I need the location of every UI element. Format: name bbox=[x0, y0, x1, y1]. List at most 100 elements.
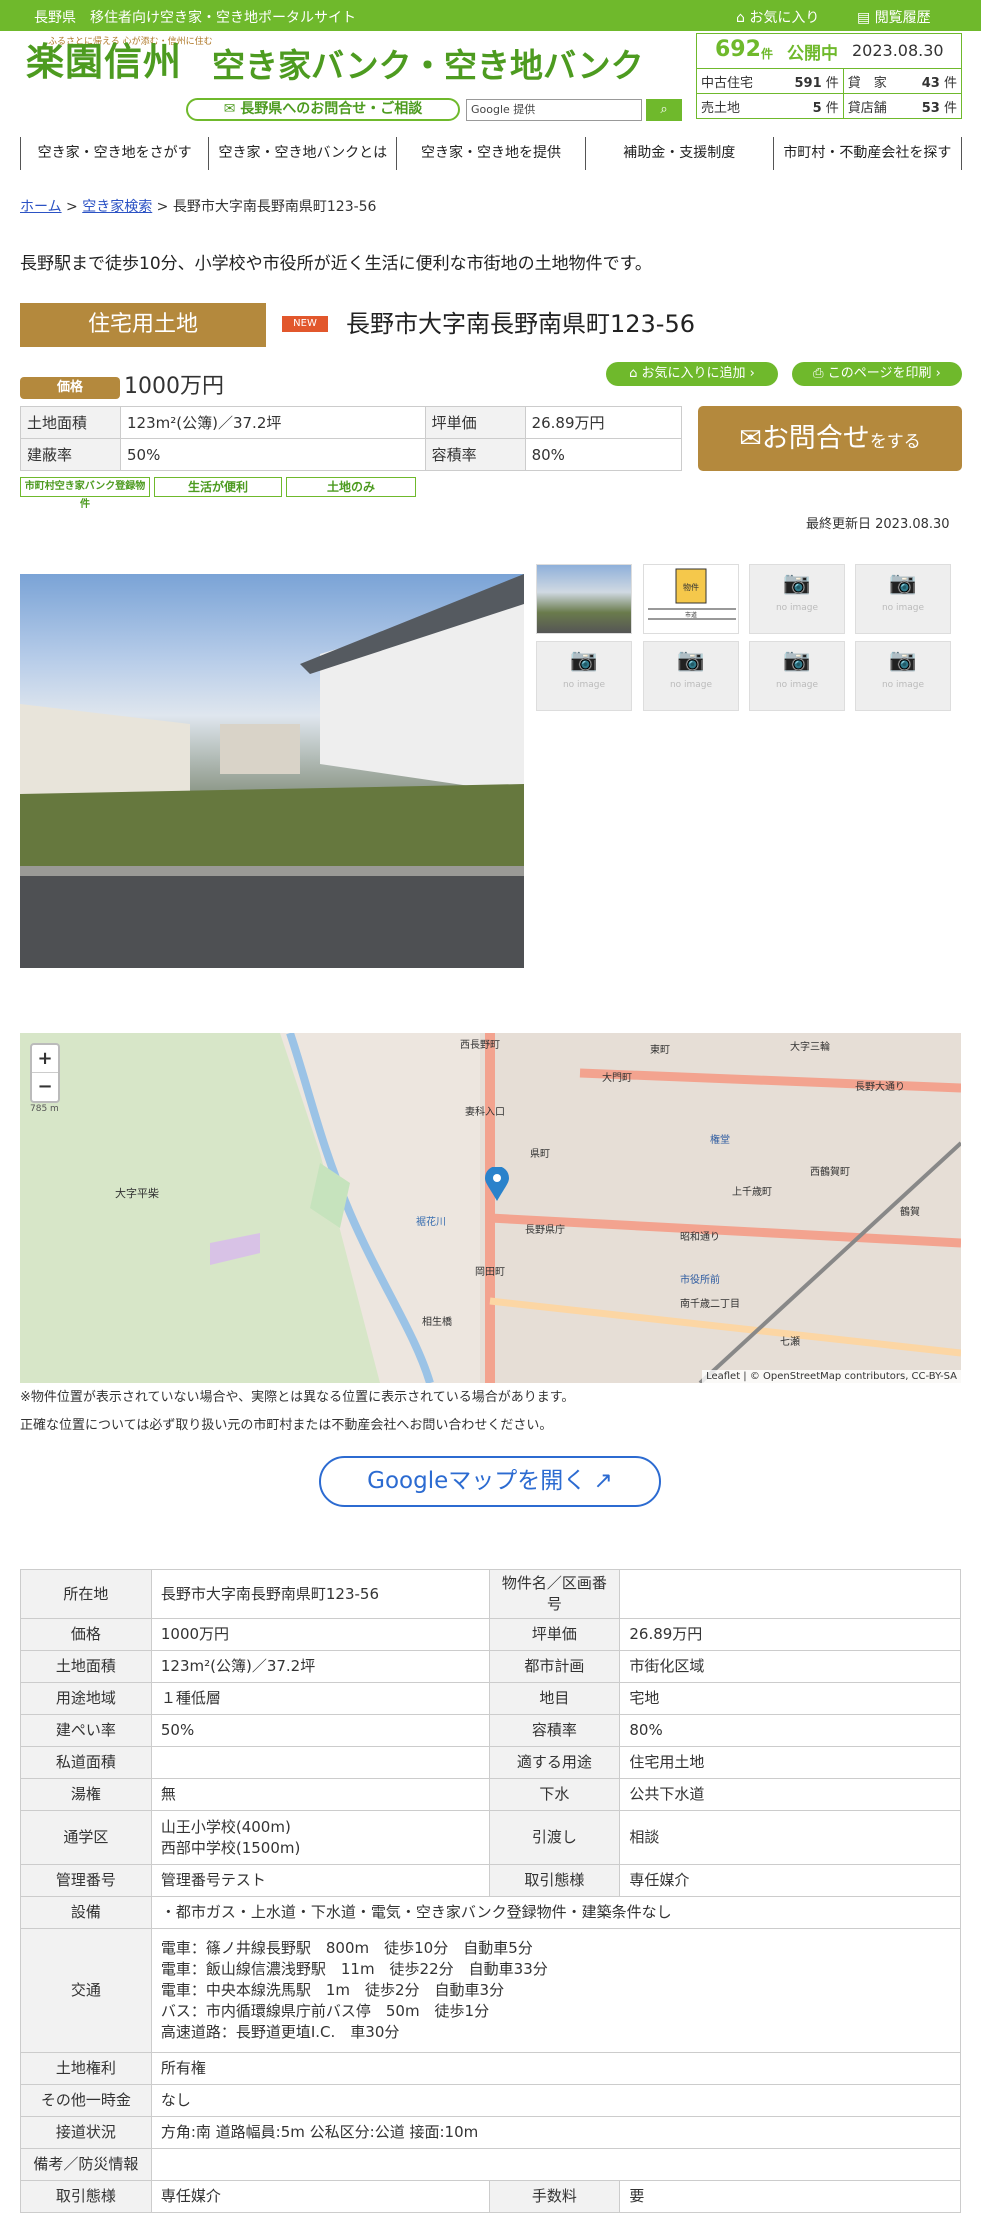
map-label: 大字三輪 bbox=[790, 1042, 830, 1053]
detail-key: 建ぺい率 bbox=[20, 1714, 152, 1747]
property-map[interactable]: 大字平柴 西長野町 大門町 大字三輪 東町 妻科入口 県町 権堂 上千歳町 西鶴… bbox=[20, 1033, 961, 1383]
search-input[interactable]: Google 提供 bbox=[466, 99, 642, 121]
home-icon: ⌂ bbox=[736, 10, 745, 26]
detail-key: 取引態様 bbox=[488, 1864, 621, 1897]
contact-button[interactable]: ✉ 長野県へのお問合せ・ご相談 bbox=[186, 98, 460, 121]
summary-key: 坪単価 bbox=[424, 406, 526, 439]
breadcrumb-search[interactable]: 空き家検索 bbox=[82, 199, 152, 215]
open-google-maps-button[interactable]: Googleマップを開く ↗ bbox=[319, 1456, 661, 1507]
stats-value: 53 bbox=[921, 100, 940, 116]
listing-stats: 692 件 公開中 2023.08.30 中古住宅 591 件 貸 家 43 件… bbox=[696, 33, 962, 119]
detail-key: 私道面積 bbox=[20, 1746, 152, 1779]
detail-value bbox=[150, 1746, 490, 1779]
table-row: 備考／防災情報 bbox=[20, 2148, 962, 2181]
map-plan-thumbnail[interactable]: 物件 市道 bbox=[643, 564, 739, 634]
external-link-icon: ↗ bbox=[593, 1468, 613, 1494]
chevron-right-icon: › bbox=[749, 366, 755, 381]
summary-row: 建蔽率 50% 容積率 80% bbox=[20, 438, 683, 471]
no-image-thumbnail[interactable]: 📷 no image bbox=[749, 564, 845, 634]
map-marker-icon[interactable] bbox=[485, 1166, 509, 1201]
logo-bank-title: 空き家バンク・空き地バンク bbox=[212, 46, 644, 85]
table-row: 建ぺい率 50% 容積率 80% bbox=[20, 1714, 961, 1747]
detail-value: 専任媒介 bbox=[150, 2180, 490, 2213]
detail-key: 手数料 bbox=[488, 2180, 621, 2213]
map-label: 南千歳二丁目 bbox=[680, 1299, 740, 1310]
no-image-label: no image bbox=[775, 680, 819, 690]
detail-key: 取引態様 bbox=[20, 2180, 152, 2213]
table-row: 所在地 長野市大字南長野南県町123-56 物件名／区画番号 bbox=[20, 1569, 961, 1619]
no-image-thumbnail[interactable]: 📷 no image bbox=[536, 641, 632, 711]
map-label: 大門町 bbox=[602, 1073, 632, 1084]
detail-value: 電車：篠ノ井線長野駅 800m 徒歩10分 自動車5分 電車：飯山線信濃浅野駅 … bbox=[150, 1928, 962, 2053]
site-tagline: 長野県 移住者向け空き家・空き地ポータルサイト bbox=[34, 10, 356, 26]
add-favorite-label: お気に入りに追加 bbox=[641, 366, 746, 381]
detail-key: その他一時金 bbox=[20, 2084, 152, 2117]
detail-key: 価格 bbox=[20, 1618, 152, 1651]
favorites-link[interactable]: ⌂ お気に入り bbox=[736, 7, 819, 27]
no-image-thumbnail[interactable]: 📷 no image bbox=[855, 641, 951, 711]
home-icon: ⌂ bbox=[629, 366, 638, 381]
detail-value: 専任媒介 bbox=[619, 1864, 961, 1897]
detail-value: 住宅用土地 bbox=[619, 1746, 961, 1779]
no-image-thumbnail[interactable]: 📷 no image bbox=[855, 564, 951, 634]
nav-item-provide[interactable]: 空き家・空き地を提供 bbox=[396, 137, 586, 170]
nav-item-about[interactable]: 空き家・空き地バンクとは bbox=[208, 137, 398, 170]
nav-item-search[interactable]: 空き家・空き地をさがす bbox=[20, 137, 210, 170]
detail-value: 方角:南 道路幅員:5m 公私区分:公道 接面:10m bbox=[150, 2116, 962, 2149]
no-image-label: no image bbox=[669, 680, 713, 690]
print-button[interactable]: ⎙ このページを印刷 › bbox=[792, 362, 962, 386]
main-nav: 空き家・空き地をさがす 空き家・空き地バンクとは 空き家・空き地を提供 補助金・… bbox=[20, 137, 963, 170]
no-image-thumbnail[interactable]: 📷 no image bbox=[643, 641, 739, 711]
summary-key: 土地面積 bbox=[20, 406, 121, 439]
detail-key: 下水 bbox=[488, 1778, 621, 1811]
zoom-in-button[interactable]: + bbox=[32, 1045, 58, 1073]
detail-key: 接道状況 bbox=[20, 2116, 152, 2149]
detail-key: 湯権 bbox=[20, 1778, 152, 1811]
detail-value: 80% bbox=[619, 1714, 961, 1747]
map-label: 鶴賀 bbox=[900, 1207, 920, 1218]
detail-value bbox=[619, 1569, 961, 1619]
map-attribution[interactable]: Leaflet | © OpenStreetMap contributors, … bbox=[702, 1370, 961, 1383]
detail-value: １種低層 bbox=[150, 1682, 490, 1715]
summary-value: 80% bbox=[524, 438, 683, 471]
property-lead: 長野駅まで徒歩10分、小学校や市役所が近く生活に便利な市街地の土地物件です。 bbox=[20, 254, 652, 274]
breadcrumb: ホーム > 空き家検索 > 長野市大字南長野南県町123-56 bbox=[20, 199, 377, 215]
camera-icon: 📷 bbox=[783, 571, 811, 596]
favorites-label: お気に入り bbox=[749, 10, 820, 26]
nav-item-municipalities[interactable]: 市町村・不動産会社を探す bbox=[772, 137, 963, 170]
property-type-tag: 住宅用土地 bbox=[20, 303, 266, 347]
price-summary-table: 土地面積 123m²(公簿)／37.2坪 坪単価 26.89万円 建蔽率 50%… bbox=[20, 406, 683, 471]
detail-key: 備考／防災情報 bbox=[20, 2148, 152, 2181]
breadcrumb-home[interactable]: ホーム bbox=[20, 199, 62, 215]
chevron-right-icon: › bbox=[935, 366, 941, 381]
stats-value: 5 bbox=[812, 100, 822, 116]
detail-value: ・都市ガス・上水道・下水道・電気・空き家バンク登録物件・建築条件なし bbox=[150, 1896, 962, 1929]
detail-key: 物件名／区画番号 bbox=[488, 1569, 621, 1619]
camera-icon: 📷 bbox=[677, 648, 705, 673]
detail-key: 設備 bbox=[20, 1896, 152, 1929]
search-button[interactable]: ⌕ bbox=[646, 99, 682, 121]
detail-value: なし bbox=[150, 2084, 962, 2117]
traffic-line: 高速道路：長野道更埴I.C. 車30分 bbox=[160, 2023, 400, 2041]
contact-label: 長野県へのお問合せ・ご相談 bbox=[240, 101, 423, 117]
inquiry-button[interactable]: ✉お問合せをする bbox=[698, 406, 962, 471]
detail-value: 相談 bbox=[619, 1810, 961, 1865]
history-link[interactable]: ▤ 閲覧履歴 bbox=[857, 7, 931, 27]
summary-row: 土地面積 123m²(公簿)／37.2坪 坪単価 26.89万円 bbox=[20, 406, 683, 439]
no-image-thumbnail[interactable]: 📷 no image bbox=[749, 641, 845, 711]
property-details-table: 所在地 長野市大字南長野南県町123-56 物件名／区画番号 価格 1000万円 坪単価… bbox=[20, 1569, 962, 2213]
add-favorite-button[interactable]: ⌂ お気に入りに追加 › bbox=[606, 362, 778, 386]
detail-key: 土地面積 bbox=[20, 1650, 152, 1683]
property-photo[interactable] bbox=[20, 574, 524, 968]
camera-icon: 📷 bbox=[889, 571, 917, 596]
inquiry-label: お問合せ bbox=[761, 423, 870, 454]
listing-count-unit: 件 bbox=[761, 47, 774, 61]
table-row: 土地面積 123m²(公簿)／37.2坪 都市計画 市街化区域 bbox=[20, 1650, 961, 1683]
summary-value: 50% bbox=[120, 438, 426, 471]
map-label: 裾花川 bbox=[416, 1217, 446, 1228]
photo-thumbnail[interactable] bbox=[536, 564, 632, 634]
detail-key: 通学区 bbox=[20, 1810, 152, 1865]
map-label: 東町 bbox=[650, 1045, 670, 1056]
zoom-out-button[interactable]: − bbox=[32, 1073, 58, 1101]
nav-item-subsidy[interactable]: 補助金・支援制度 bbox=[584, 137, 774, 170]
